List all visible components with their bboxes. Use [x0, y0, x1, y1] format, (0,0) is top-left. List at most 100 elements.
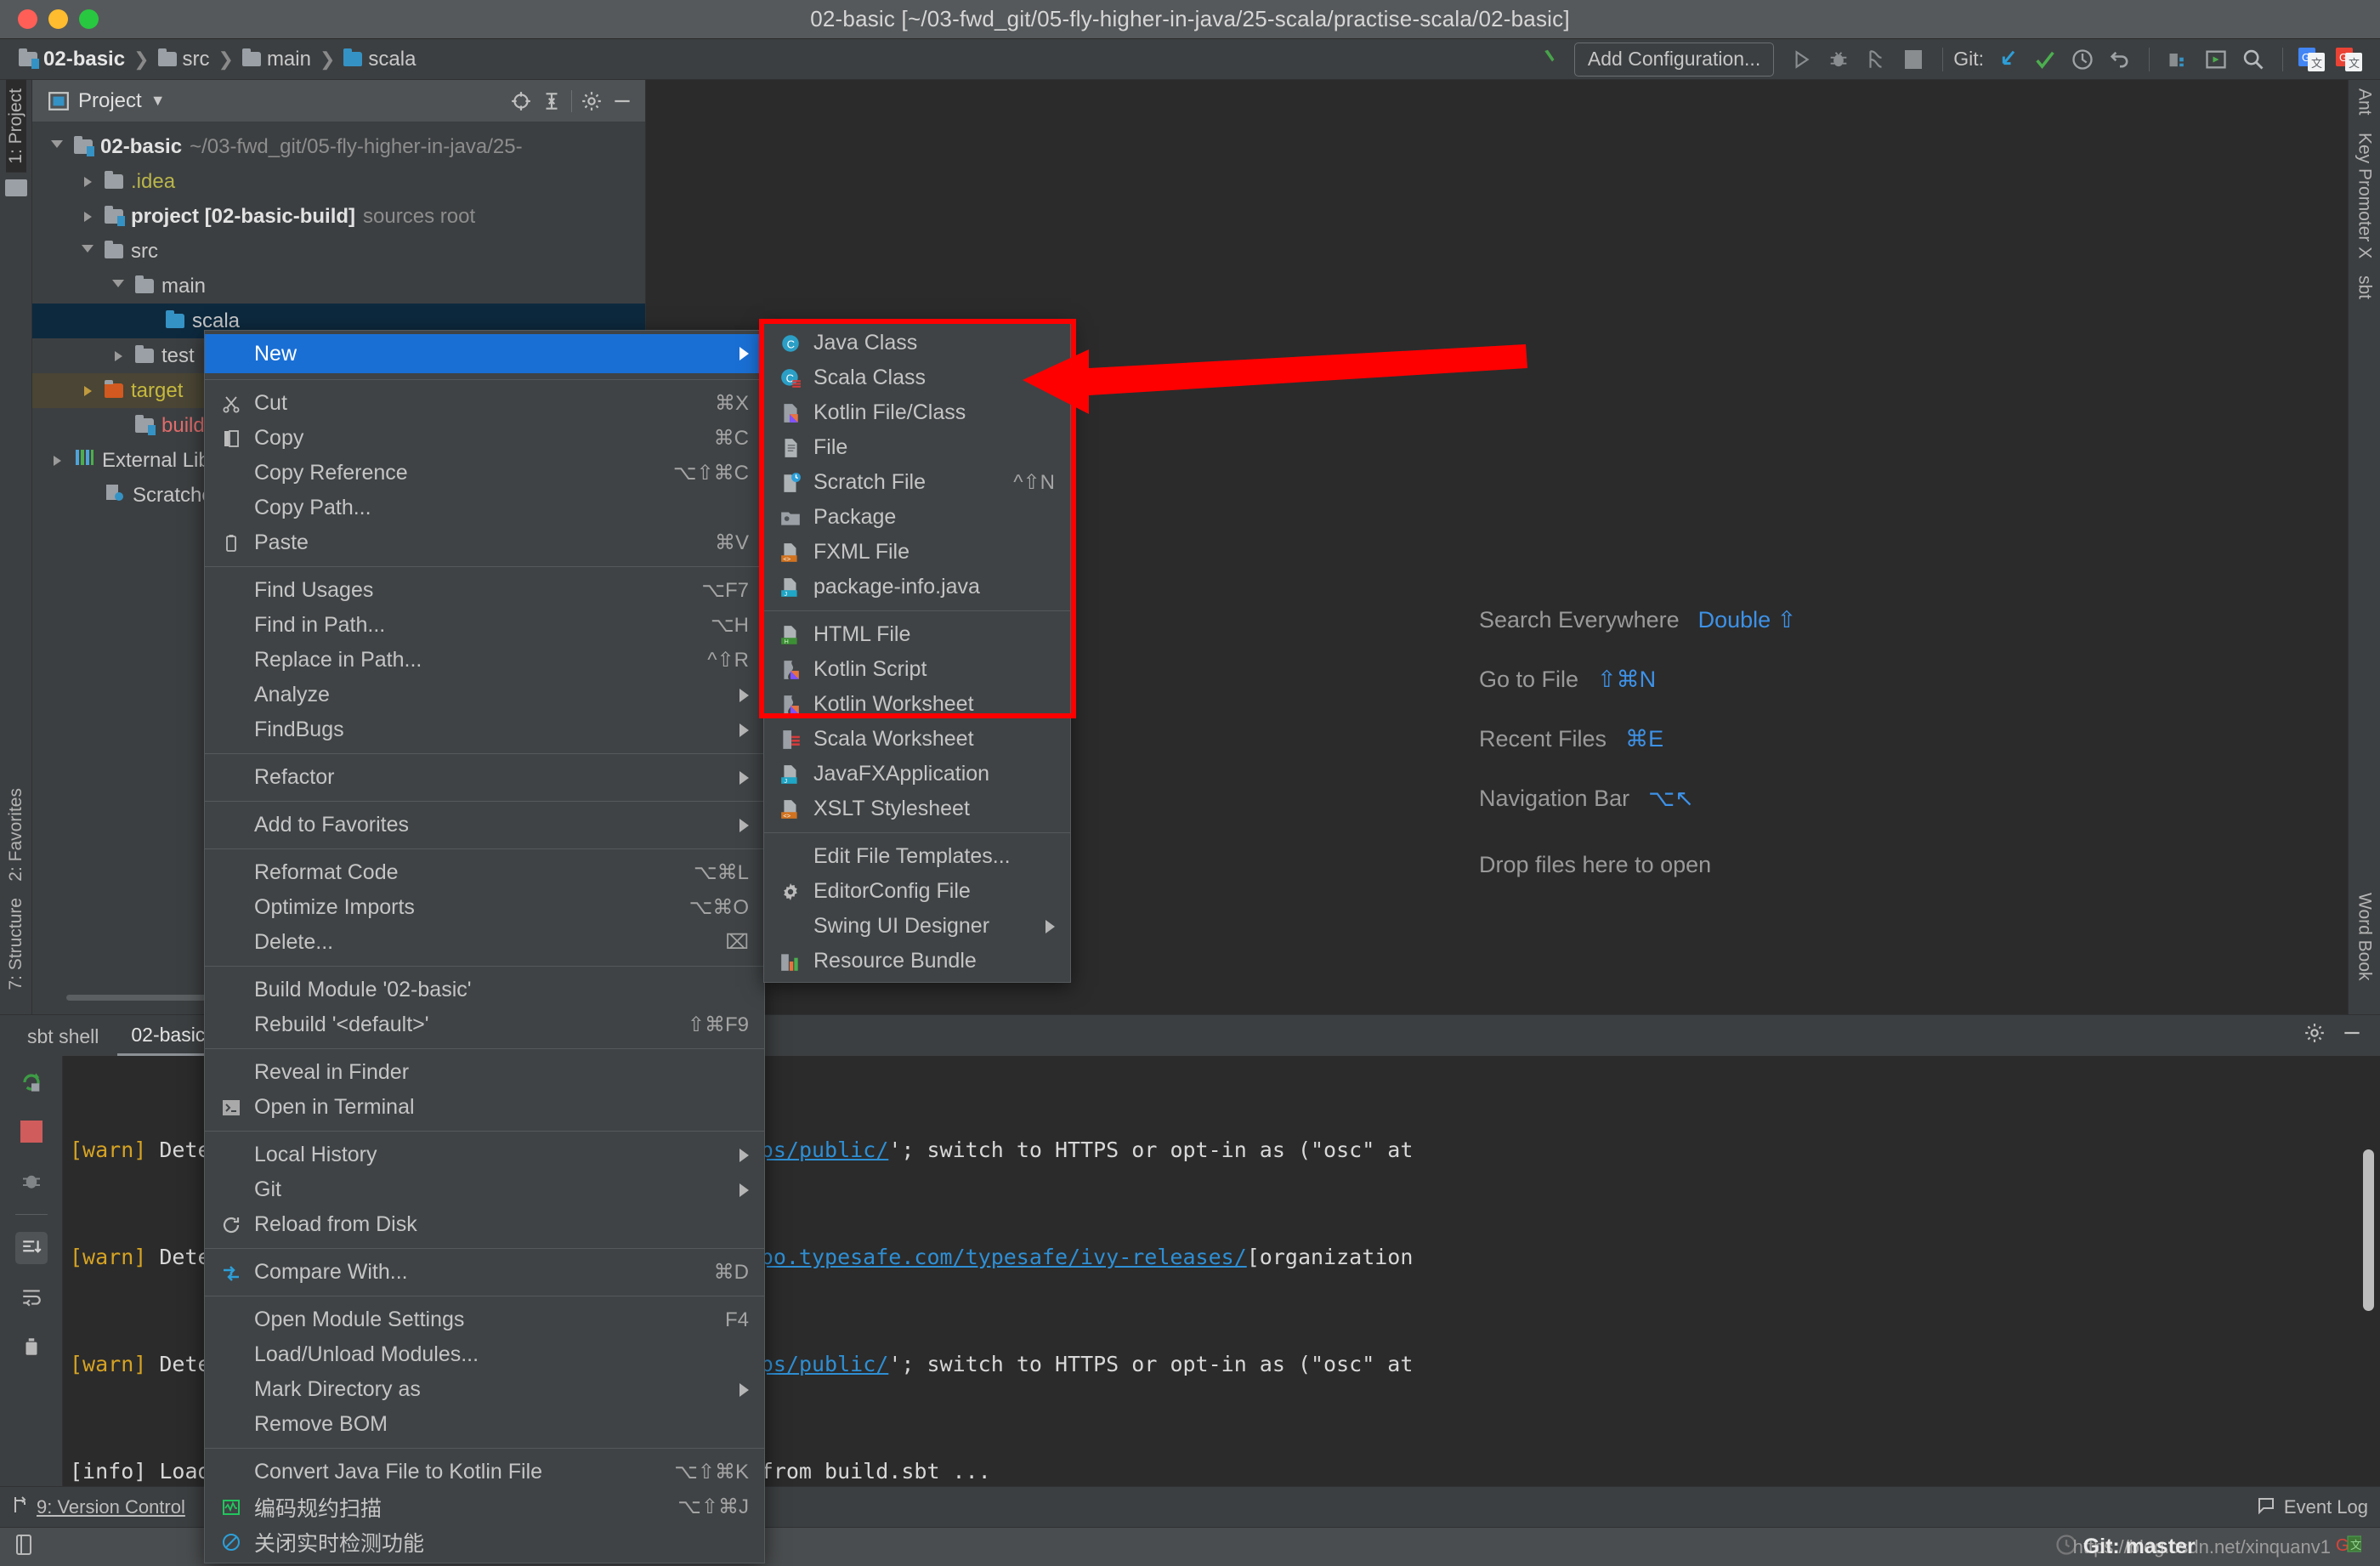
tree-row-02-basic[interactable]: 02-basic ~/03-fwd_git/05-fly-higher-in-j… — [32, 129, 645, 164]
menu-item-reveal-in-finder[interactable]: Reveal in Finder — [205, 1055, 764, 1090]
history-icon[interactable] — [2064, 41, 2101, 78]
submenu-item-java-class[interactable]: C Java Class — [764, 326, 1070, 360]
sidebar-item-word-book[interactable]: Word Book — [2354, 884, 2375, 990]
collapse-all-icon[interactable] — [541, 90, 563, 112]
menu-item-remove-bom[interactable]: Remove BOM — [205, 1407, 764, 1442]
minimize-window-button[interactable] — [48, 9, 68, 29]
tree-row-src[interactable]: src — [32, 234, 645, 269]
google-translate-icon[interactable]: G文 — [2293, 41, 2331, 78]
menu-item-delete[interactable]: Delete... ⌧ — [205, 925, 764, 960]
menu-item-reformat-code[interactable]: Reformat Code ⌥⌘L — [205, 855, 764, 890]
chevron-right-icon[interactable] — [78, 385, 97, 396]
menu-item-local-history[interactable]: Local History — [205, 1138, 764, 1172]
status-item-version-control[interactable]: 9: Version Control — [12, 1495, 185, 1519]
submenu-item-kotlin-file-class[interactable]: Kotlin File/Class — [764, 395, 1070, 430]
breadcrumb-item-scala[interactable]: scala — [343, 48, 416, 71]
add-configuration-button[interactable]: Add Configuration... — [1573, 42, 1775, 77]
translate-icon[interactable]: G文 — [2331, 41, 2368, 78]
hide-icon[interactable] — [2341, 1022, 2363, 1050]
menu-item-build-module[interactable]: Build Module '02-basic' — [205, 973, 764, 1007]
menu-item-mark-directory-as[interactable]: Mark Directory as — [205, 1372, 764, 1407]
sidebar-item-sbt[interactable]: sbt — [2354, 267, 2375, 308]
menu-item-reload-from-disk[interactable]: Reload from Disk — [205, 1207, 764, 1242]
sidebar-item-key-promoter[interactable]: Key Promoter X — [2354, 124, 2375, 267]
scroll-to-end-icon[interactable] — [14, 1232, 48, 1264]
tree-row-main[interactable]: main — [32, 269, 645, 304]
stop-icon[interactable] — [1895, 41, 1932, 78]
debug-icon[interactable] — [15, 1165, 48, 1197]
breadcrumb-item-main[interactable]: main — [241, 48, 311, 71]
submenu-item-fxml-file[interactable]: <> FXML File — [764, 535, 1070, 570]
menu-item-new[interactable]: New — [205, 334, 764, 373]
sidebar-item-favorites[interactable]: 2: Favorites — [6, 780, 26, 890]
sidebar-item-project[interactable]: 1: Project — [5, 80, 26, 173]
submenu-item-package-info-java[interactable]: J package-info.java — [764, 570, 1070, 604]
debug-icon[interactable] — [1820, 41, 1857, 78]
update-project-icon[interactable] — [1989, 41, 2026, 78]
chevron-right-icon[interactable] — [48, 455, 66, 466]
coverage-icon[interactable] — [1857, 41, 1895, 78]
menu-item-paste[interactable]: Paste ⌘V — [205, 525, 764, 560]
run-anything-icon[interactable] — [2197, 41, 2235, 78]
chevron-down-icon[interactable] — [109, 280, 128, 292]
menu-item-find-usages[interactable]: Find Usages ⌥F7 — [205, 573, 764, 608]
search-everywhere-icon[interactable] — [2235, 41, 2272, 78]
menu-item-copy[interactable]: Copy ⌘C — [205, 421, 764, 456]
menu-item-git[interactable]: Git — [205, 1172, 764, 1207]
submenu-item-resource-bundle[interactable]: Resource Bundle — [764, 944, 1070, 979]
breadcrumb-item-project[interactable]: 02-basic — [19, 48, 125, 71]
new-submenu[interactable]: C Java Class C Scala Class Kotlin File/C… — [763, 321, 1071, 983]
run-icon[interactable] — [1782, 41, 1820, 78]
submenu-item-scratch-file[interactable]: Scratch File ^⇧N — [764, 465, 1070, 500]
preview-icon[interactable] — [14, 1534, 34, 1561]
chevron-right-icon[interactable] — [78, 211, 97, 222]
submenu-item-scala-worksheet[interactable]: Scala Worksheet — [764, 722, 1070, 757]
menu-item-cut[interactable]: Cut ⌘X — [205, 386, 764, 421]
submenu-item-edit-file-templates[interactable]: Edit File Templates... — [764, 839, 1070, 874]
menu-item-add-to-favorites[interactable]: Add to Favorites — [205, 808, 764, 843]
maximize-window-button[interactable] — [79, 9, 99, 29]
menu-item-optimize-imports[interactable]: Optimize Imports ⌥⌘O — [205, 890, 764, 925]
status-item-event-log[interactable]: Event Log — [2256, 1495, 2368, 1520]
rollback-icon[interactable] — [2101, 41, 2139, 78]
menu-item-load-unload-modules[interactable]: Load/Unload Modules... — [205, 1337, 764, 1372]
chevron-right-icon[interactable] — [78, 176, 97, 187]
sidebar-item-ant[interactable]: Ant — [2354, 80, 2375, 124]
menu-item-copy-reference[interactable]: Copy Reference ⌥⇧⌘C — [205, 456, 764, 491]
submenu-item-html-file[interactable]: H HTML File — [764, 617, 1070, 652]
menu-item-rebuild[interactable]: Rebuild '<default>' ⇧⌘F9 — [205, 1007, 764, 1042]
submenu-item-scala-class[interactable]: C Scala Class — [764, 360, 1070, 395]
menu-item-analyze[interactable]: Analyze — [205, 678, 764, 712]
menu-item-findbugs[interactable]: FindBugs — [205, 712, 764, 747]
submenu-item-kotlin-worksheet[interactable]: Kotlin Worksheet — [764, 687, 1070, 722]
rerun-icon[interactable] — [15, 1066, 48, 1098]
menu-item-open-module-settings[interactable]: Open Module Settings F4 — [205, 1302, 764, 1337]
menu-item-find-in-path[interactable]: Find in Path... ⌥H — [205, 608, 764, 643]
locate-icon[interactable] — [510, 90, 532, 112]
menu-item-replace-in-path[interactable]: Replace in Path... ^⇧R — [205, 643, 764, 678]
menu-item-open-in-terminal[interactable]: Open in Terminal — [205, 1090, 764, 1125]
console-vertical-scrollbar[interactable] — [2363, 1149, 2374, 1311]
menu-item-refactor[interactable]: Refactor — [205, 760, 764, 795]
menu-item-disable-realtime-detection[interactable]: 关闭实时检测功能 — [205, 1524, 764, 1559]
settings-gear-icon[interactable] — [581, 90, 603, 112]
submenu-item-package[interactable]: Package — [764, 500, 1070, 535]
commit-icon[interactable] — [2026, 41, 2064, 78]
stop-icon[interactable] — [15, 1115, 48, 1148]
trash-icon[interactable] — [15, 1331, 48, 1363]
hide-icon[interactable] — [611, 90, 633, 112]
menu-item-code-convention-scan[interactable]: 编码规约扫描 ⌥⇧⌘J — [205, 1489, 764, 1524]
chevron-down-icon[interactable] — [78, 245, 97, 258]
menu-item-copy-path[interactable]: Copy Path... — [205, 491, 764, 525]
project-structure-icon[interactable] — [2160, 41, 2197, 78]
breadcrumb-item-src[interactable]: src — [157, 48, 210, 71]
soft-wrap-icon[interactable] — [15, 1281, 48, 1314]
settings-gear-icon[interactable] — [2304, 1022, 2326, 1050]
submenu-item-editorconfig-file[interactable]: EditorConfig File — [764, 874, 1070, 909]
submenu-item-xslt-stylesheet[interactable]: <> XSLT Stylesheet — [764, 792, 1070, 826]
menu-item-convert-java-to-kotlin[interactable]: Convert Java File to Kotlin File ⌥⇧⌘K — [205, 1455, 764, 1489]
sidebar-item-structure[interactable]: 7: Structure — [6, 889, 26, 999]
submenu-item-kotlin-script[interactable]: Kotlin Script — [764, 652, 1070, 687]
submenu-item-javafx-application[interactable]: J JavaFXApplication — [764, 757, 1070, 792]
submenu-item-swing-ui-designer[interactable]: Swing UI Designer — [764, 909, 1070, 944]
